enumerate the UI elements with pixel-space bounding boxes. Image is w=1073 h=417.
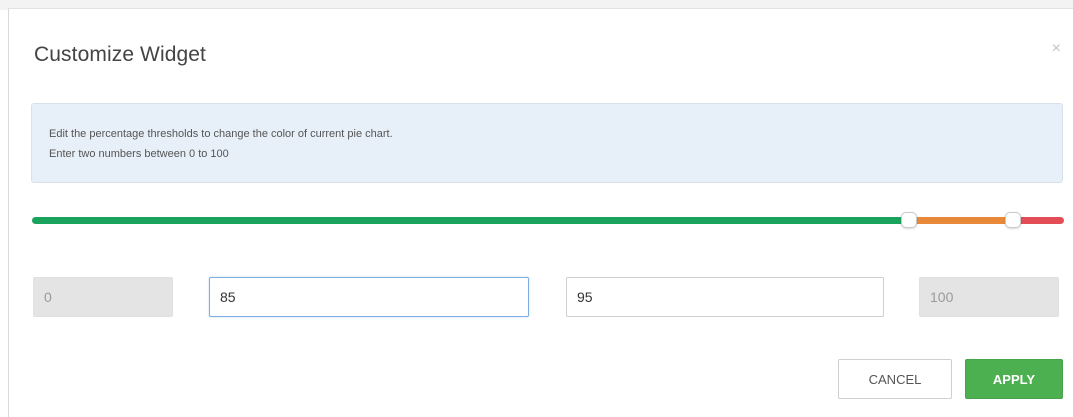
customize-widget-dialog: Customize Widget × Edit the percentage t… [8, 8, 1073, 417]
slider-segment-orange [909, 217, 1012, 224]
slider-segment-green [32, 217, 909, 224]
threshold-slider[interactable] [32, 212, 1064, 228]
cancel-button[interactable]: CANCEL [838, 359, 952, 399]
apply-button[interactable]: APPLY [965, 359, 1063, 399]
close-icon[interactable]: × [1052, 39, 1061, 59]
info-text-line-2: Enter two numbers between 0 to 100 [49, 148, 229, 160]
dialog-title: Customize Widget [34, 43, 206, 66]
slider-handle-upper[interactable] [1005, 212, 1021, 228]
info-text-line-1: Edit the percentage thresholds to change… [49, 128, 393, 140]
lower-threshold-input[interactable] [209, 277, 529, 317]
min-value-field [33, 277, 173, 317]
upper-threshold-input[interactable] [566, 277, 884, 317]
max-value-field [919, 277, 1059, 317]
info-box: Edit the percentage thresholds to change… [31, 103, 1063, 183]
slider-handle-lower[interactable] [901, 212, 917, 228]
